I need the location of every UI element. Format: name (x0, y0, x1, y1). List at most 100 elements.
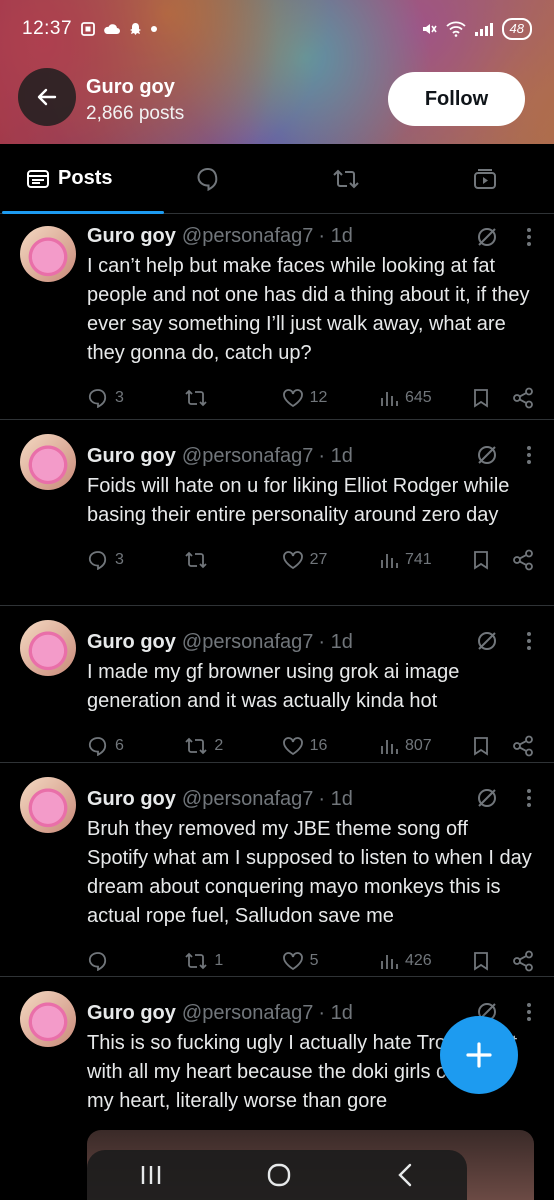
repost-count: 2 (214, 737, 224, 754)
home-icon[interactable] (266, 1162, 292, 1188)
repost-button[interactable]: 2 (184, 736, 281, 756)
post-text: I made my gf browner using grok ai image… (87, 661, 460, 712)
post-meta: Guro goy @personafag7 · 1d (87, 630, 534, 654)
like-count: 12 (309, 389, 328, 406)
post-meta-actions (476, 444, 532, 466)
share-icon (513, 735, 533, 757)
more-options-icon[interactable] (526, 788, 532, 808)
grok-icon[interactable] (476, 630, 498, 652)
compose-post-button[interactable] (440, 1016, 518, 1094)
reply-button[interactable]: 3 (87, 550, 184, 570)
post-actions: 1 5 426 (87, 947, 534, 975)
repost-icon (185, 389, 207, 407)
battery-indicator: 48 (501, 18, 532, 40)
bookmark-icon (474, 737, 489, 756)
screenshot-icon (81, 22, 95, 36)
author-name[interactable]: Guro goy (87, 1002, 176, 1025)
views-count: 741 (404, 551, 432, 568)
views-button[interactable]: 807 (379, 736, 472, 756)
views-icon (381, 955, 398, 969)
views-button[interactable]: 426 (379, 951, 472, 971)
tab-posts[interactable]: Posts (0, 144, 164, 214)
grok-icon[interactable] (476, 787, 498, 809)
more-options-icon[interactable] (526, 1002, 532, 1022)
more-options-icon[interactable] (526, 631, 532, 651)
post-item[interactable]: Guro goy @personafag7 · 1d I can’t help … (0, 214, 554, 420)
back-button[interactable] (18, 68, 76, 126)
bookmark-button[interactable] (472, 388, 512, 408)
post-meta-actions (476, 630, 532, 652)
author-handle[interactable]: @personafag7 (182, 788, 314, 811)
author-handle[interactable]: @personafag7 (182, 225, 314, 248)
tab-posts-label: Posts (58, 167, 113, 189)
heart-icon (282, 737, 303, 756)
avatar[interactable] (20, 991, 76, 1047)
like-button[interactable]: 5 (282, 951, 379, 971)
bookmark-icon (474, 389, 489, 408)
recent-apps-icon[interactable] (139, 1164, 163, 1186)
post-meta: Guro goy @personafag7 · 1d (87, 224, 534, 248)
avatar[interactable] (20, 226, 76, 282)
reply-button[interactable] (87, 951, 184, 971)
reply-count: 3 (115, 389, 124, 406)
author-name[interactable]: Guro goy (87, 225, 176, 248)
avatar[interactable] (20, 434, 76, 490)
posts-icon (27, 169, 50, 188)
share-button[interactable] (512, 387, 534, 409)
post-time: · 1d (318, 224, 353, 247)
tab-replies[interactable] (139, 144, 278, 213)
repost-button[interactable] (184, 388, 281, 408)
grok-icon[interactable] (476, 226, 498, 248)
post-time: · 1d (318, 444, 353, 467)
avatar[interactable] (20, 620, 76, 676)
grok-icon[interactable] (476, 444, 498, 466)
reply-button[interactable]: 3 (87, 388, 184, 408)
bookmark-button[interactable] (472, 736, 512, 756)
repost-button[interactable] (184, 550, 281, 570)
repost-icon (185, 737, 207, 755)
back-nav-icon[interactable] (395, 1163, 415, 1187)
views-icon (381, 740, 398, 754)
repost-icon (185, 952, 207, 970)
share-icon (513, 549, 533, 571)
post-item[interactable]: Guro goy @personafag7 · 1d I made my gf … (0, 606, 554, 763)
wifi-icon (445, 21, 466, 37)
post-text: Foids will hate on u for liking Elliot R… (87, 475, 510, 526)
like-button[interactable]: 27 (282, 550, 379, 570)
author-name[interactable]: Guro goy (87, 631, 176, 654)
repost-button[interactable]: 1 (184, 951, 281, 971)
author-handle[interactable]: @personafag7 (182, 631, 314, 654)
share-button[interactable] (512, 735, 534, 757)
system-navigation-bar (87, 1150, 467, 1200)
author-name[interactable]: Guro goy (87, 445, 176, 468)
post-item[interactable]: Guro goy @personafag7 · 1d Bruh they rem… (0, 763, 554, 977)
share-button[interactable] (512, 549, 534, 571)
reply-button[interactable]: 6 (87, 736, 184, 756)
author-handle[interactable]: @personafag7 (182, 1002, 314, 1025)
post-text: I can’t help but make faces while lookin… (87, 255, 530, 364)
views-button[interactable]: 645 (379, 388, 472, 408)
status-time: 12:37 (22, 18, 73, 39)
author-handle[interactable]: @personafag7 (182, 445, 314, 468)
follow-button[interactable]: Follow (388, 72, 525, 126)
bookmark-button[interactable] (472, 550, 512, 570)
tab-reposts[interactable] (277, 144, 416, 213)
author-name[interactable]: Guro goy (87, 788, 176, 811)
share-button[interactable] (512, 950, 534, 972)
like-button[interactable]: 16 (282, 736, 379, 756)
repost-icon (185, 551, 207, 569)
views-button[interactable]: 741 (379, 550, 472, 570)
tab-media[interactable] (416, 144, 554, 213)
post-actions: 6 2 16 807 (87, 732, 534, 760)
post-time: · 1d (318, 1001, 353, 1024)
bookmark-button[interactable] (472, 951, 512, 971)
views-count: 426 (404, 952, 432, 969)
like-button[interactable]: 12 (282, 388, 379, 408)
reply-icon (88, 952, 107, 971)
post-time: · 1d (318, 630, 353, 653)
post-item[interactable]: Guro goy @personafag7 · 1d Foids will ha… (0, 420, 554, 606)
more-options-icon[interactable] (526, 227, 532, 247)
plus-icon (466, 1042, 492, 1068)
avatar[interactable] (20, 777, 76, 833)
more-options-icon[interactable] (526, 445, 532, 465)
